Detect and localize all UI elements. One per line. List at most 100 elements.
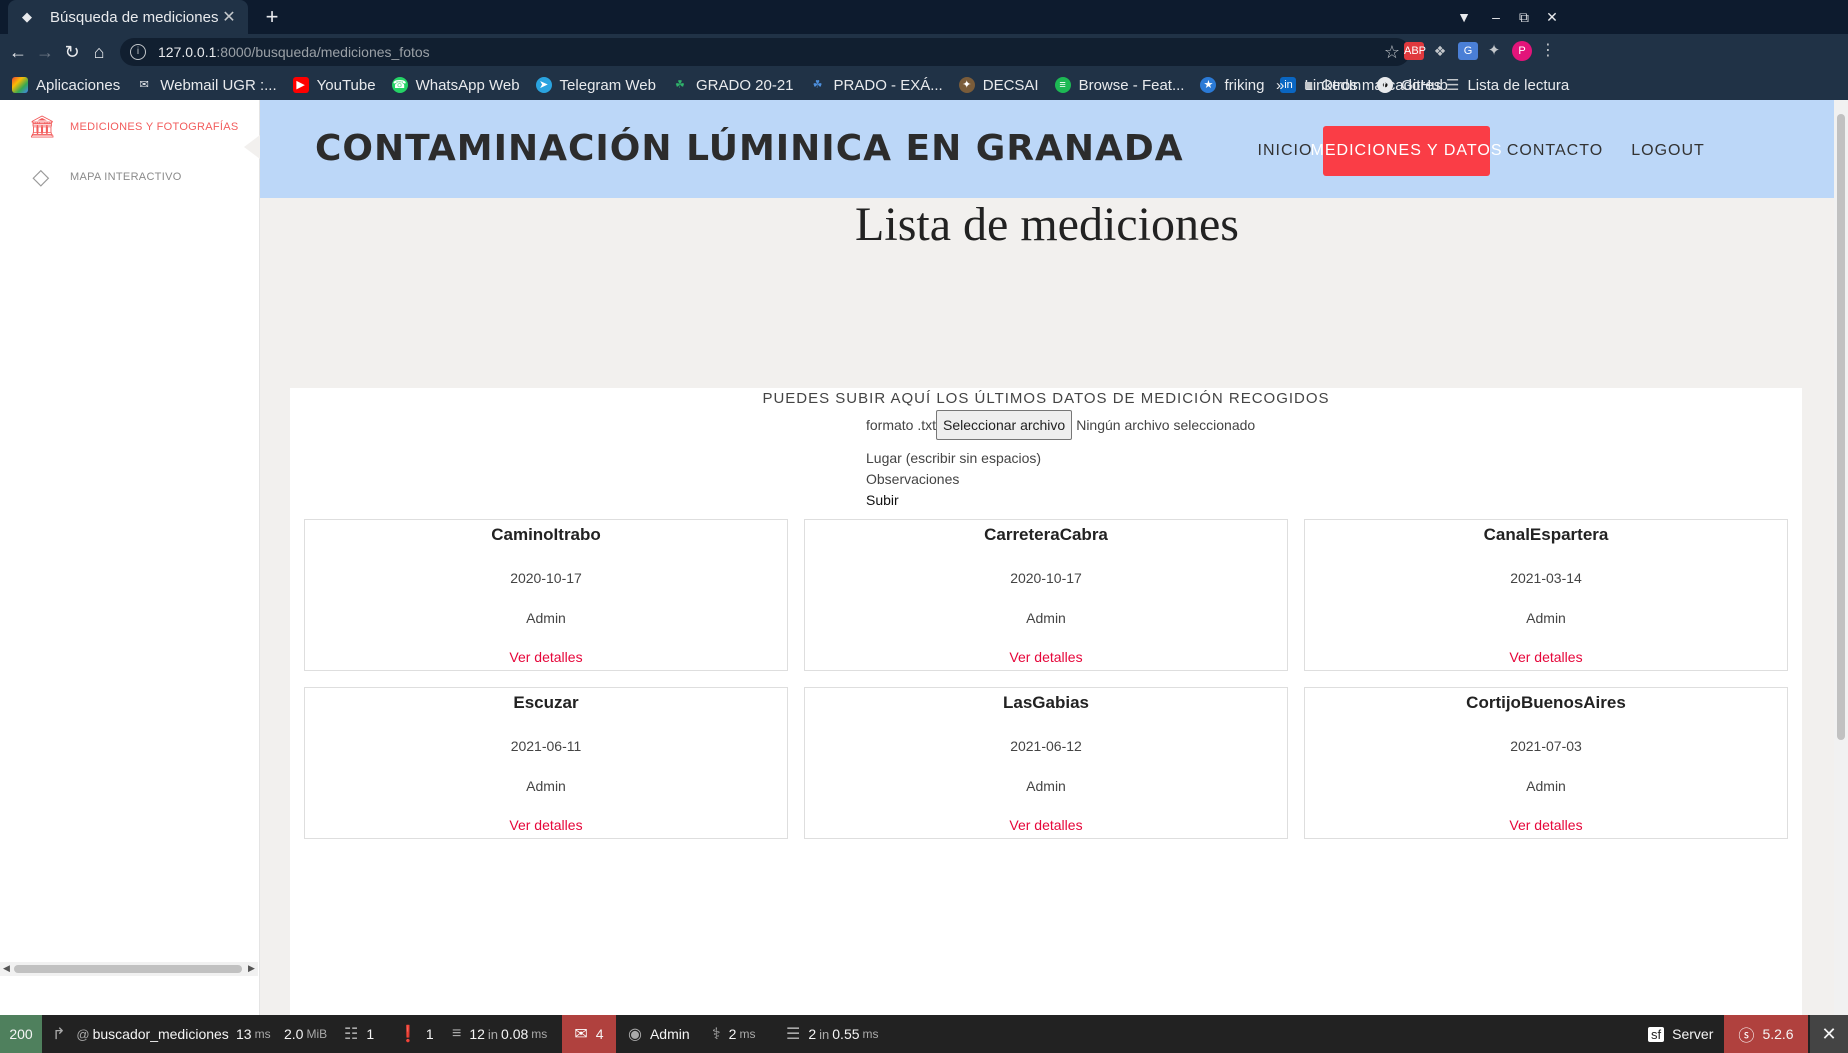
scroll-left-icon[interactable]: ◀: [3, 963, 10, 974]
forms-panel[interactable]: ☷ 1: [344, 1015, 374, 1053]
address-bar[interactable]: i 127.0.0.1 :8000/busqueda/mediciones_fo…: [120, 38, 1410, 66]
card-place: CanalEspartera: [1483, 525, 1609, 544]
dropbox-extension-icon[interactable]: ❖: [1430, 42, 1450, 60]
sidebar-item-mediciones[interactable]: 🏛︎ MEDICIONES Y FOTOGRAFÍAS: [28, 114, 239, 140]
cache-panel[interactable]: ≡ 12 in 0.08 ms: [452, 1015, 547, 1053]
route-panel[interactable]: ↱ @ buscador_mediciones: [52, 1015, 229, 1053]
bank-icon: 🏛︎: [28, 114, 57, 139]
card-user: Admin: [1526, 778, 1566, 794]
sidebar-item-label: MEDICIONES Y FOTOGRAFÍAS: [70, 121, 239, 133]
back-button[interactable]: ←: [5, 40, 31, 64]
bookmark-grado[interactable]: ☘ GRADO 20-21: [672, 77, 793, 94]
bookmark-webmail[interactable]: ✉ Webmail UGR :...: [136, 76, 277, 94]
bookmark-star-icon[interactable]: ☆: [1384, 42, 1400, 63]
card-details-link[interactable]: Ver detalles: [1305, 817, 1787, 833]
nav-mediciones[interactable]: MEDICIONES Y DATOS: [1311, 126, 1501, 176]
card-user: Admin: [1026, 778, 1066, 794]
status-code-badge[interactable]: 200: [0, 1015, 42, 1053]
bookmark-friking[interactable]: ★ friking: [1200, 77, 1264, 94]
server-label: Server: [1672, 1026, 1714, 1042]
tab-close-icon[interactable]: ✕: [220, 7, 238, 27]
reading-list-icon: ☰: [1446, 77, 1460, 94]
sidebar-item-label: MAPA INTERACTIVO: [70, 171, 182, 183]
reload-button[interactable]: ↻: [59, 40, 85, 64]
close-toolbar-icon[interactable]: ✕: [1810, 1015, 1848, 1053]
time-panel[interactable]: 13 ms: [236, 1015, 271, 1053]
card-details-link[interactable]: Ver detalles: [305, 817, 787, 833]
bookmarks-overflow-button[interactable]: »: [1276, 70, 1284, 100]
cache-layers-icon: ≡: [452, 1025, 462, 1042]
home-button[interactable]: ⌂: [86, 40, 112, 64]
adblock-extension-icon[interactable]: ABP: [1404, 42, 1426, 60]
forward-button[interactable]: →: [32, 40, 58, 64]
site-brand[interactable]: CONTAMINACIÓN LÚMINICA EN GRANADA: [315, 128, 1184, 169]
validator-panel[interactable]: ❗ 1: [398, 1015, 434, 1053]
bookmark-whatsapp[interactable]: ☎ WhatsApp Web: [391, 77, 520, 94]
symfony-logo-icon: ⓢ: [1738, 1028, 1755, 1045]
server-panel[interactable]: sf Server: [1648, 1015, 1713, 1053]
observations-field[interactable]: Observaciones: [866, 471, 959, 487]
twig-panel[interactable]: ⚕ 2 ms: [712, 1015, 755, 1053]
translate-extension-icon[interactable]: G: [1458, 42, 1478, 60]
twig-time: 2: [728, 1026, 737, 1042]
measurement-card: Escuzar 2021-06-11 Admin Ver detalles: [304, 687, 788, 839]
scroll-right-icon[interactable]: ▶: [248, 963, 255, 974]
apps-grid-icon: [12, 77, 28, 93]
messages-panel[interactable]: ✉ 4: [562, 1015, 616, 1053]
telegram-icon: ➤: [535, 77, 552, 93]
database-panel[interactable]: ☰ 2 in 0.55 ms: [786, 1015, 879, 1053]
cache-unit: ms: [531, 1027, 548, 1041]
card-details-link[interactable]: Ver detalles: [805, 817, 1287, 833]
choose-file-button[interactable]: Seleccionar archivo: [936, 410, 1073, 440]
bookmark-prado[interactable]: ☘ PRADO - EXÁ...: [810, 77, 943, 94]
profile-avatar[interactable]: P: [1512, 41, 1532, 61]
bookmark-decsai[interactable]: ✦ DECSAI: [958, 77, 1039, 94]
page-vertical-scrollbar[interactable]: [1834, 100, 1848, 1015]
new-tab-button[interactable]: +: [259, 4, 285, 30]
db-in: in: [819, 1026, 830, 1042]
bookmark-telegram[interactable]: ➤ Telegram Web: [535, 77, 656, 94]
card-details-link[interactable]: Ver detalles: [1305, 649, 1787, 665]
reading-list-label: Lista de lectura: [1467, 76, 1570, 94]
nav-logout[interactable]: LOGOUT: [1620, 126, 1716, 176]
sidebar: 🏛︎ MEDICIONES Y FOTOGRAFÍAS ◇ MAPA INTER…: [0, 100, 260, 1015]
measurement-card: CarreteraCabra 2020-10-17 Admin Ver deta…: [804, 519, 1288, 671]
reading-list[interactable]: ☰ Lista de lectura: [1446, 70, 1569, 100]
bookmark-spotify[interactable]: ≡ Browse - Feat...: [1054, 77, 1184, 94]
upload-heading: PUEDES SUBIR AQUÍ LOS ÚLTIMOS DATOS DE M…: [762, 390, 1330, 407]
scrollbar-thumb[interactable]: [1837, 114, 1845, 740]
bookmark-youtube[interactable]: ▶ YouTube: [292, 76, 376, 94]
extensions-puzzle-icon[interactable]: ✦: [1484, 42, 1504, 60]
sidebar-horizontal-scrollbar[interactable]: ◀ ▶: [0, 962, 258, 976]
twig-icon: ⚕: [712, 1026, 721, 1043]
other-bookmarks[interactable]: ■ Otros marcadores: [1304, 70, 1441, 100]
site-info-icon[interactable]: i: [130, 44, 146, 60]
sidebar-item-mapa[interactable]: ◇ MAPA INTERACTIVO: [28, 164, 182, 190]
user-panel[interactable]: ◉ Admin: [628, 1015, 690, 1053]
submit-button[interactable]: Subir: [866, 492, 899, 508]
friking-icon: ★: [1200, 77, 1217, 93]
symfony-version-panel[interactable]: ⓢ 5.2.6: [1724, 1015, 1808, 1053]
diamond-icon: ◇: [32, 164, 50, 189]
browser-tab[interactable]: ◆ Búsqueda de mediciones ✕: [8, 0, 248, 34]
card-user: Admin: [526, 610, 566, 626]
measurement-card: LasGabias 2021-06-12 Admin Ver detalles: [804, 687, 1288, 839]
place-field[interactable]: Lugar (escribir sin espacios): [866, 450, 1041, 466]
main-content: CONTAMINACIÓN LÚMINICA EN GRANADA INICIO…: [260, 100, 1834, 1015]
folder-icon: ■: [1304, 76, 1314, 94]
prado-icon: ☘: [812, 79, 823, 91]
tab-search-icon[interactable]: ▼: [1448, 0, 1480, 34]
card-details-link[interactable]: Ver detalles: [805, 649, 1287, 665]
bookmark-label: YouTube: [316, 76, 376, 94]
window-close-button[interactable]: ✕: [1536, 0, 1568, 34]
bookmark-label: friking: [1224, 76, 1265, 94]
browser-menu-icon[interactable]: ⋮: [1540, 42, 1556, 60]
scrollbar-thumb[interactable]: [14, 965, 242, 973]
bookmark-apps[interactable]: Aplicaciones: [12, 77, 120, 94]
bookmark-label: Webmail UGR :...: [160, 76, 277, 94]
card-date: 2021-07-03: [1510, 738, 1582, 754]
nav-contacto[interactable]: CONTACTO: [1504, 126, 1606, 176]
memory-panel[interactable]: 2.0 MiB: [284, 1015, 327, 1053]
card-details-link[interactable]: Ver detalles: [305, 649, 787, 665]
card-date: 2020-10-17: [1010, 570, 1082, 586]
